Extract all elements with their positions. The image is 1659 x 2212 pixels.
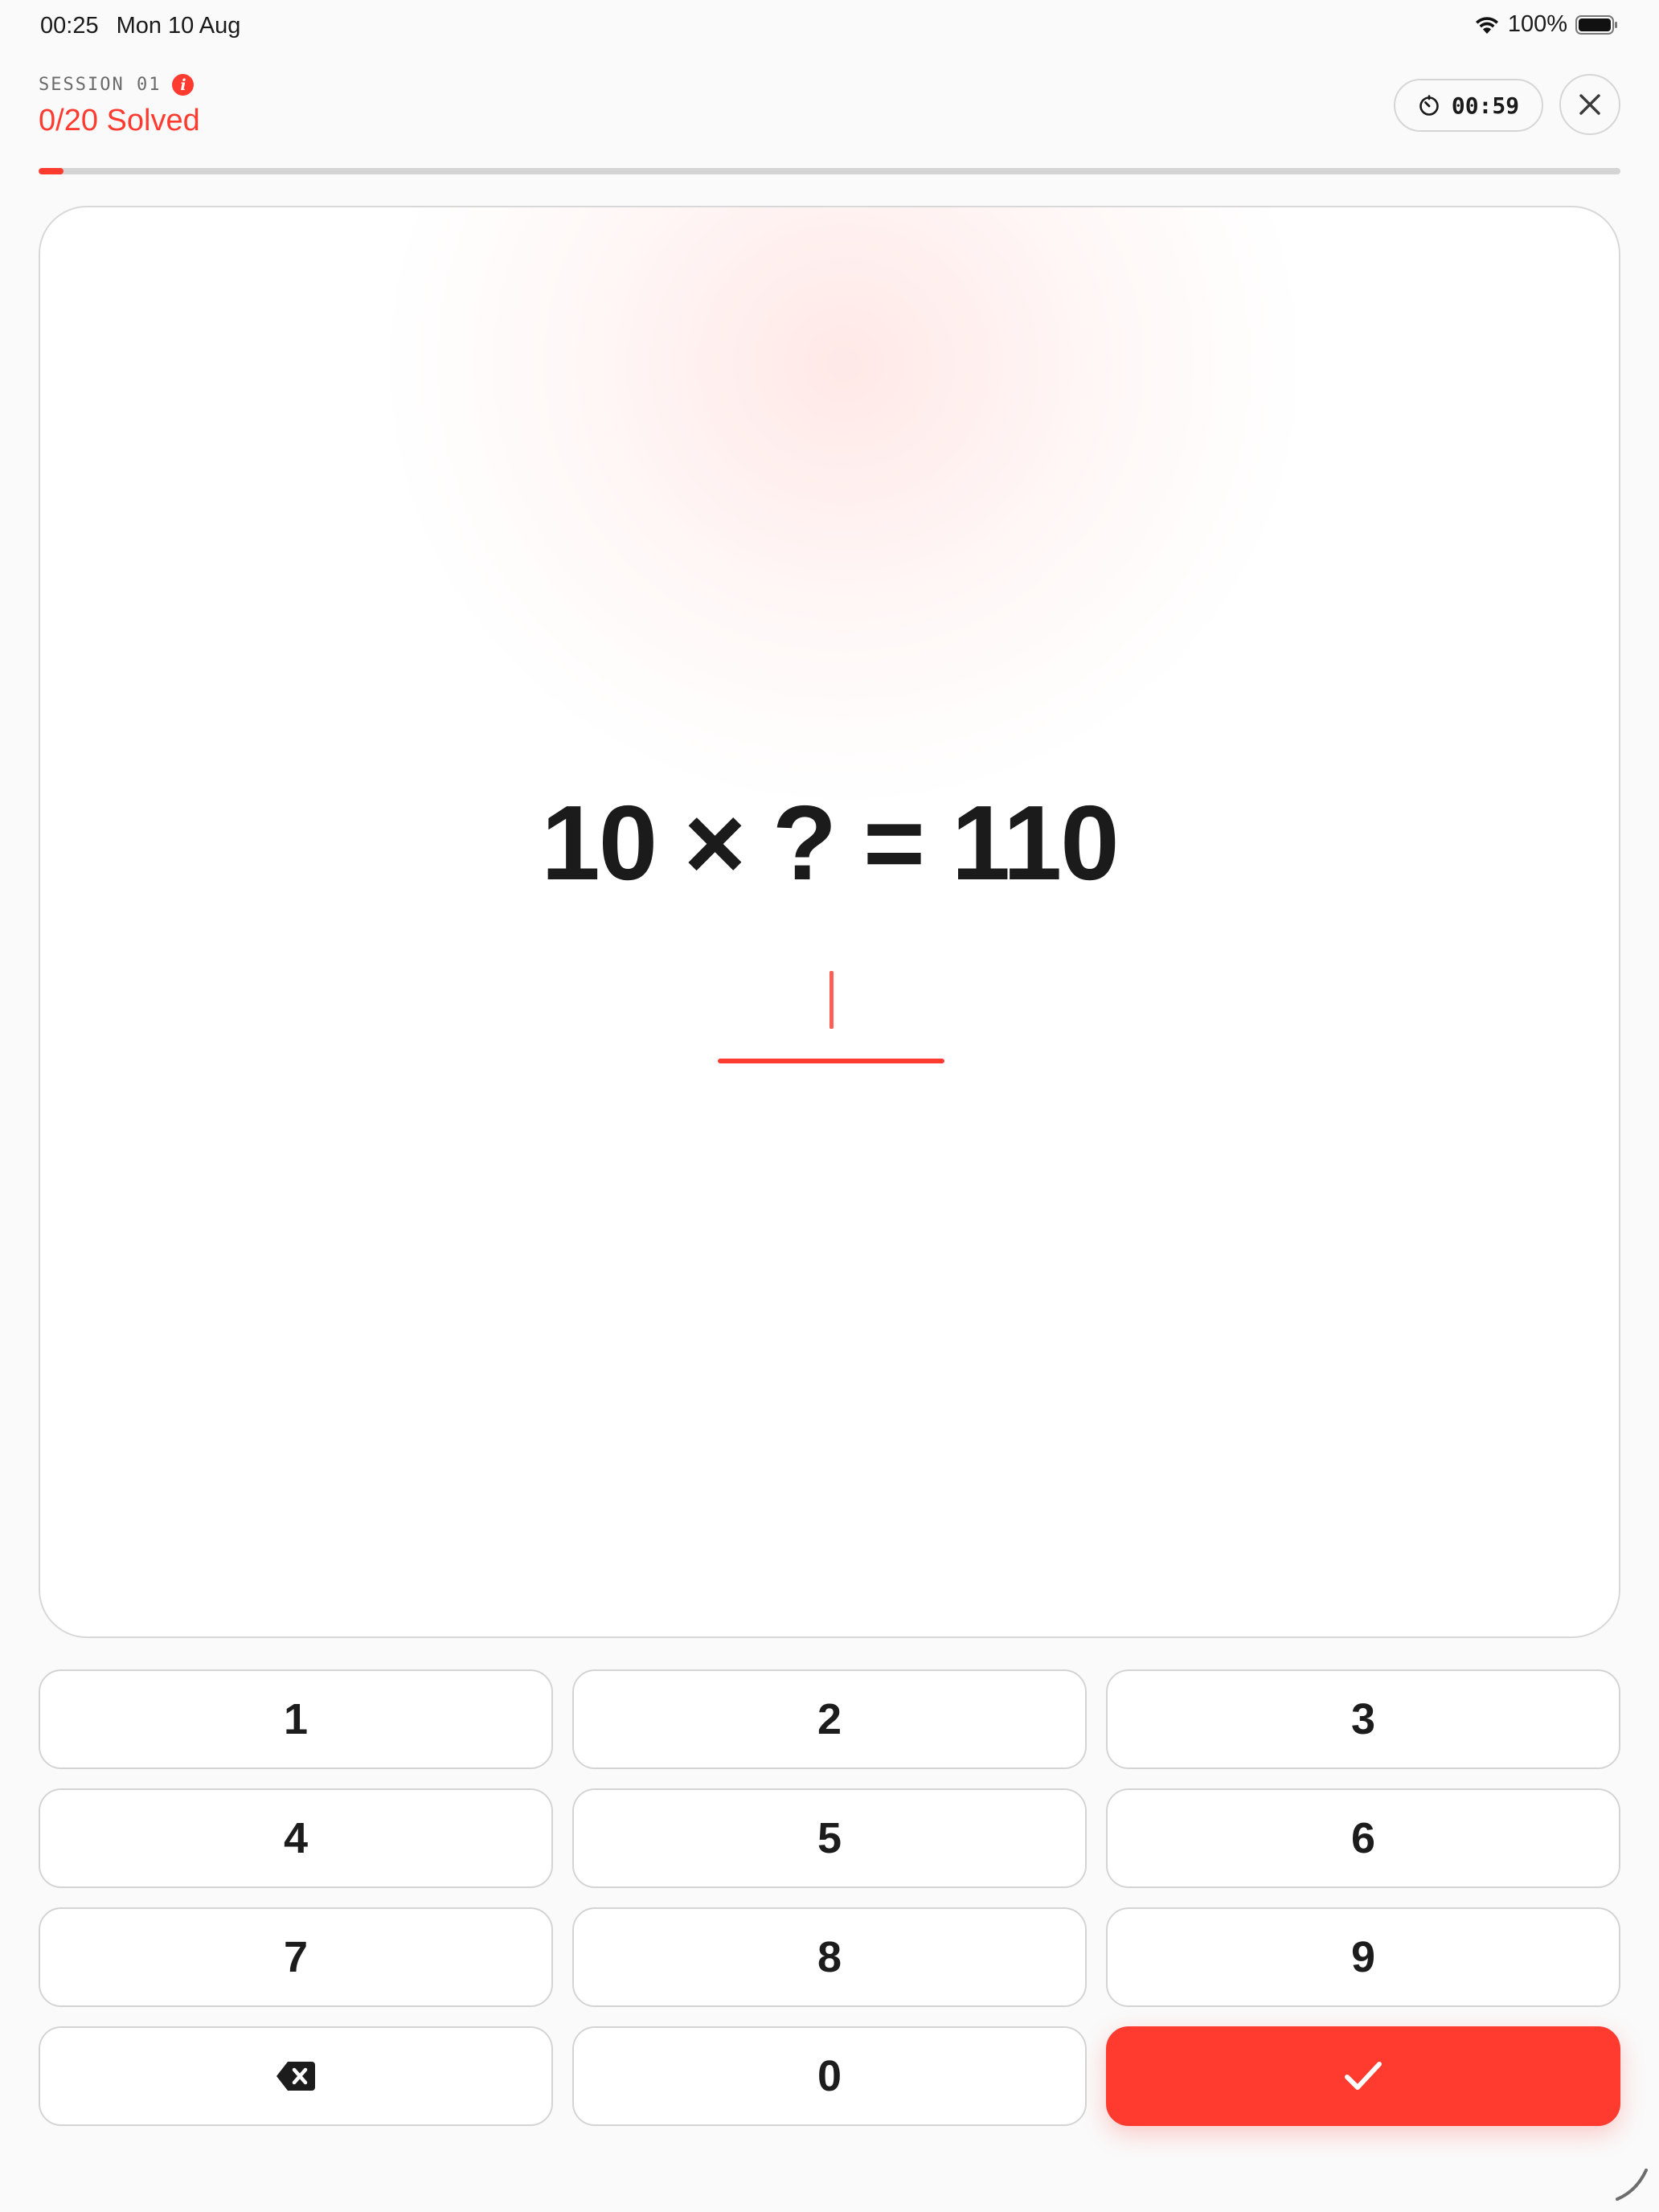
equation-text: 10 × ? = 110	[541, 784, 1119, 902]
stopwatch-icon	[1419, 95, 1439, 116]
answer-cursor	[830, 971, 834, 1029]
status-right: 100%	[1474, 11, 1619, 38]
key-4[interactable]: 4	[39, 1788, 553, 1888]
key-2[interactable]: 2	[572, 1669, 1087, 1769]
key-1[interactable]: 1	[39, 1669, 553, 1769]
checkmark-icon	[1345, 2062, 1382, 2090]
session-row: SESSION 01 i	[39, 74, 1620, 96]
session-label: SESSION 01	[39, 75, 162, 95]
battery-percent: 100%	[1507, 11, 1567, 37]
session-header: SESSION 01 i 0/20 Solved 00:59	[39, 74, 1620, 154]
status-bar: 00:25 Mon 10 Aug 100%	[0, 0, 1659, 51]
timer-pill: 00:59	[1394, 79, 1543, 132]
key-3[interactable]: 3	[1106, 1669, 1620, 1769]
key-7[interactable]: 7	[39, 1907, 553, 2007]
answer-input-underline[interactable]	[718, 1059, 944, 1063]
wifi-icon	[1475, 16, 1498, 34]
key-9[interactable]: 9	[1106, 1907, 1620, 2007]
info-icon[interactable]: i	[172, 74, 195, 96]
solved-count: 0/20 Solved	[39, 104, 200, 137]
pencil-hover-indicator-icon	[1616, 2169, 1648, 2201]
key-6[interactable]: 6	[1106, 1788, 1620, 1888]
progress-fill	[39, 168, 64, 174]
progress-bar	[39, 168, 1620, 174]
status-left: 00:25 Mon 10 Aug	[40, 13, 240, 39]
close-icon	[1579, 94, 1600, 115]
backspace-icon	[276, 2062, 315, 2091]
math-practice-screen: 00:25 Mon 10 Aug 100% SESSION 01 i 0/20 …	[0, 0, 1659, 2212]
key-5[interactable]: 5	[572, 1788, 1087, 1888]
key-0[interactable]: 0	[572, 2026, 1087, 2126]
status-time: 00:25	[40, 13, 99, 39]
key-8[interactable]: 8	[572, 1907, 1087, 2007]
battery-icon	[1575, 14, 1617, 35]
question-card: 10 × ? = 110	[39, 206, 1620, 1638]
submit-button[interactable]	[1106, 2026, 1620, 2126]
status-date: Mon 10 Aug	[116, 13, 241, 39]
timer-value: 00:59	[1451, 92, 1520, 119]
accent-glow	[362, 207, 1326, 826]
backspace-button[interactable]	[39, 2026, 553, 2126]
close-button[interactable]	[1559, 74, 1620, 135]
